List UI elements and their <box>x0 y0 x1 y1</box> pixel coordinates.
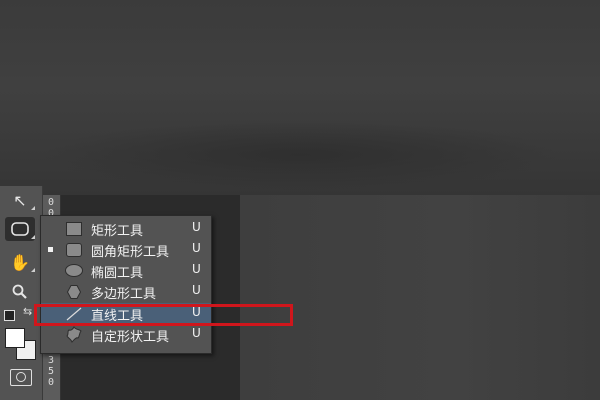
annotation-highlight-frame <box>34 304 293 326</box>
ruler-digit: 0 <box>48 197 55 208</box>
flyout-corner-icon <box>31 206 35 210</box>
polygon-icon <box>65 283 83 300</box>
menu-item-label: 椭圆工具 <box>91 266 144 281</box>
ruler-digit: 0 <box>48 377 55 388</box>
swap-colors-icon[interactable]: ⇆ <box>23 305 32 318</box>
shape-tool-flyout-menu: 矩形工具 U 圆角矩形工具 U 椭圆工具 U 多边形工具 U 直线工具 U 自定… <box>40 215 212 354</box>
magnifier-icon <box>12 284 27 299</box>
menu-item-label: 多边形工具 <box>91 287 157 302</box>
arrow-cursor-icon: ↖ <box>13 190 27 210</box>
active-tool-bullet-icon <box>48 247 53 252</box>
canvas-area-right[interactable] <box>240 195 600 400</box>
menu-item-rounded-rectangle-tool[interactable]: 圆角矩形工具 U <box>41 239 211 260</box>
flyout-corner-icon <box>31 268 35 272</box>
move-tool-button[interactable]: ↖ <box>5 188 35 212</box>
shortcut-key: U <box>192 283 201 297</box>
menu-item-label: 圆角矩形工具 <box>91 245 170 260</box>
shape-tool-button[interactable] <box>5 217 35 241</box>
hand-icon: ✋ <box>10 252 30 272</box>
tools-panel: ↖ ✋ <box>0 186 43 400</box>
custom-shape-icon <box>65 326 83 343</box>
menu-item-custom-shape-tool[interactable]: 自定形状工具 U <box>41 324 211 345</box>
default-colors-icon[interactable] <box>4 310 15 321</box>
rounded-rectangle-icon <box>11 222 29 236</box>
ruler-digit: 3 <box>48 355 55 366</box>
menu-item-polygon-tool[interactable]: 多边形工具 U <box>41 281 211 302</box>
zoom-tool-button[interactable] <box>5 280 35 304</box>
quick-mask-icon[interactable] <box>10 369 32 386</box>
shortcut-key: U <box>192 262 201 276</box>
shortcut-key: U <box>192 220 201 234</box>
rectangle-icon <box>65 220 83 237</box>
flyout-corner-icon <box>31 235 35 239</box>
hand-tool-button[interactable]: ✋ <box>5 250 35 274</box>
ellipse-icon <box>65 262 83 279</box>
menu-item-label: 矩形工具 <box>91 224 144 239</box>
shortcut-key: U <box>192 326 201 340</box>
menu-item-ellipse-tool[interactable]: 椭圆工具 U <box>41 260 211 281</box>
menu-item-label: 自定形状工具 <box>91 330 170 345</box>
foreground-color-swatch[interactable] <box>5 328 25 348</box>
rounded-rectangle-icon <box>65 241 83 258</box>
ruler-digit: 5 <box>48 366 55 377</box>
workspace-shadow-band <box>40 120 560 190</box>
menu-item-rectangle-tool[interactable]: 矩形工具 U <box>41 218 211 239</box>
shortcut-key: U <box>192 241 201 255</box>
